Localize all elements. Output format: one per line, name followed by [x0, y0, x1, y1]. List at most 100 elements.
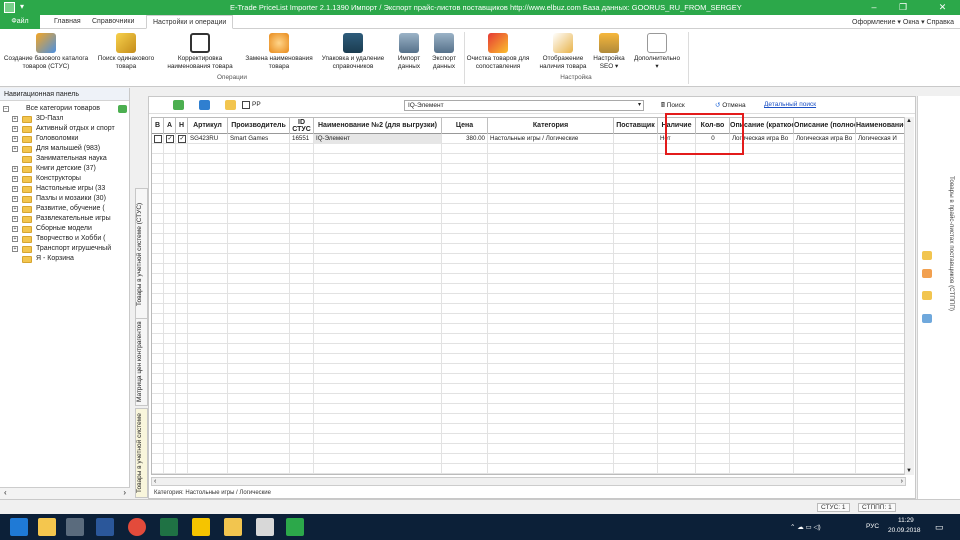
scroll-right-icon[interactable]: › — [901, 478, 903, 485]
word-icon[interactable] — [96, 518, 114, 536]
tree-item[interactable]: Я - Корзина — [0, 254, 129, 264]
close-button[interactable]: ✕ — [925, 0, 960, 15]
pack-delete-button[interactable]: Упаковка и удаление справочников — [320, 31, 386, 70]
cell-category[interactable]: Настольные игры / Логические — [488, 134, 614, 144]
search-button[interactable]: 🖩 Поиск — [661, 101, 685, 112]
row-checkbox[interactable]: ✓ — [178, 135, 186, 143]
column-header[interactable]: Цена — [442, 118, 488, 134]
tab-price-matrix[interactable]: Матрица цен контрагентов — [135, 318, 148, 406]
scroll-down-icon[interactable]: ▼ — [906, 468, 912, 474]
tree-item[interactable]: + Головоломки — [0, 134, 129, 144]
create-catalog-button[interactable]: Создание базового каталога товаров (СТУС… — [2, 31, 90, 70]
grid-hscroll[interactable]: ‹ › — [151, 477, 906, 486]
expand-icon[interactable]: + — [12, 216, 18, 222]
column-header[interactable]: В — [152, 118, 164, 134]
expand-icon[interactable]: + — [12, 246, 18, 252]
expand-icon[interactable]: + — [12, 186, 18, 192]
correct-name-button[interactable]: Корректировка наименования товара — [162, 31, 238, 70]
app-icon[interactable] — [192, 518, 210, 536]
tree-item[interactable]: + Конструкторы — [0, 174, 129, 184]
tray-icons[interactable]: ⌃ ☁ ▭ ◁) — [790, 523, 821, 531]
tree-item[interactable]: + Активный отдых и спорт — [0, 124, 129, 134]
expand-icon[interactable]: + — [12, 226, 18, 232]
column-header[interactable]: А — [164, 118, 176, 134]
stock-display-button[interactable]: Отображение наличия товара — [534, 31, 592, 70]
column-header[interactable]: Описание (полное) — [794, 118, 856, 134]
cell-id[interactable]: 16551 — [290, 134, 314, 144]
tree-root[interactable]: − Все категории товаров — [0, 104, 129, 114]
column-header[interactable]: ID СТУС — [290, 118, 314, 134]
column-header[interactable]: Наименование №2 (для выгрузки) — [314, 118, 442, 134]
cell-name[interactable]: IQ-Элемент — [314, 134, 442, 144]
archive-icon[interactable] — [256, 518, 274, 536]
column-header[interactable]: Наименование — [856, 118, 905, 134]
tree-item[interactable]: + Транспорт игрушечный — [0, 244, 129, 254]
excel-icon[interactable] — [160, 518, 178, 536]
file-menu[interactable]: Файл — [0, 15, 40, 29]
cell-maker[interactable]: Smart Games — [228, 134, 290, 144]
replace-name-button[interactable]: Замена наименования товара — [240, 31, 318, 70]
collapse-icon[interactable]: − — [3, 106, 9, 112]
filter-combo[interactable]: IQ-Элемент ▾ — [404, 100, 644, 111]
folder-icon[interactable] — [225, 100, 236, 110]
cancel-button[interactable]: ↺ Отмена — [715, 101, 746, 109]
chevron-down-icon[interactable]: ▾ — [638, 101, 641, 110]
more-button[interactable]: Дополнительно ▾ — [628, 31, 686, 70]
language-indicator[interactable]: РУС — [866, 523, 879, 530]
scroll-right-icon[interactable]: › — [123, 488, 126, 497]
grid-vscroll[interactable]: ▲ ▼ — [904, 117, 914, 475]
tree-item[interactable]: + Развитие, обучение ( — [0, 204, 129, 214]
expand-icon[interactable]: + — [12, 176, 18, 182]
row-checkbox[interactable]: ✓ — [166, 135, 174, 143]
tab-references[interactable]: Справочники — [86, 15, 140, 29]
folder-open-icon[interactable] — [922, 291, 932, 300]
cell-naming[interactable]: Логическая И — [856, 134, 905, 144]
refresh-icon[interactable] — [118, 105, 127, 113]
tree-item[interactable]: + Настольные игры (33 — [0, 184, 129, 194]
column-header[interactable]: Н — [176, 118, 188, 134]
tab-settings-operations[interactable]: Настройки и операции — [146, 15, 234, 29]
cell-price[interactable]: 380.00 — [442, 134, 488, 144]
tree-item[interactable]: + Для малышей (983) — [0, 144, 129, 154]
clear-products-button[interactable]: Очистка товаров для сопоставления — [464, 31, 532, 70]
expand-icon[interactable]: + — [12, 236, 18, 242]
tree-item[interactable]: Занимательная наука — [0, 154, 129, 164]
tree-item[interactable]: + Сборные модели — [0, 224, 129, 234]
tab-products-accounting[interactable]: Товары в учетной системе — [135, 408, 148, 498]
column-header[interactable]: Артикул — [188, 118, 228, 134]
expand-icon[interactable]: + — [12, 136, 18, 142]
chrome-icon[interactable] — [128, 518, 146, 536]
tree-item[interactable]: + Книги детские (37) — [0, 164, 129, 174]
scroll-left-icon[interactable]: ‹ — [4, 488, 7, 497]
expand-icon[interactable]: + — [12, 206, 18, 212]
tree-item[interactable]: + Развлекательные игры — [0, 214, 129, 224]
cell-full-desc[interactable]: Логическая игра Во — [794, 134, 856, 144]
column-header[interactable]: Категория — [488, 118, 614, 134]
detailed-search-link[interactable]: Детальный поиск — [764, 101, 816, 108]
column-header[interactable]: Поставщик — [614, 118, 658, 134]
start-icon[interactable] — [10, 518, 28, 536]
cell-supplier[interactable] — [614, 134, 658, 144]
cell-article[interactable]: SG423RU — [188, 134, 228, 144]
find-same-product-button[interactable]: Поиск одинакового товара — [92, 31, 160, 70]
tab-home[interactable]: Главная — [48, 15, 87, 29]
scroll-up-icon[interactable]: ▲ — [906, 118, 912, 124]
expand-icon[interactable]: + — [12, 116, 18, 122]
suppliers-tab[interactable]: Товары в прайс-листах поставщиков (СТППП… — [948, 176, 955, 311]
tab-stus[interactable]: Товары в учетной системе (СТУС) — [135, 188, 148, 320]
minimize-button[interactable]: – — [862, 0, 886, 15]
import-button[interactable]: Импорт данных — [394, 31, 424, 70]
sort-icon[interactable] — [199, 100, 210, 110]
column-header[interactable]: Производитель — [228, 118, 290, 134]
expand-icon[interactable]: + — [12, 146, 18, 152]
tree-item[interactable]: + Пазлы и мозаики (30) — [0, 194, 129, 204]
export-button[interactable]: Экспорт данных — [428, 31, 460, 70]
tree-item[interactable]: + Творчество и Хобби ( — [0, 234, 129, 244]
folder-export-icon[interactable] — [922, 314, 932, 323]
notifications-icon[interactable]: ▭ — [935, 522, 944, 533]
expand-icon[interactable]: + — [12, 126, 18, 132]
seo-settings-button[interactable]: Настройка SEO ▾ — [592, 31, 626, 70]
menu-right-links[interactable]: Оформление ▾ Окна ▾ Справка — [852, 18, 954, 26]
folder-icon[interactable] — [922, 251, 932, 260]
pp-checkbox[interactable] — [242, 101, 250, 109]
